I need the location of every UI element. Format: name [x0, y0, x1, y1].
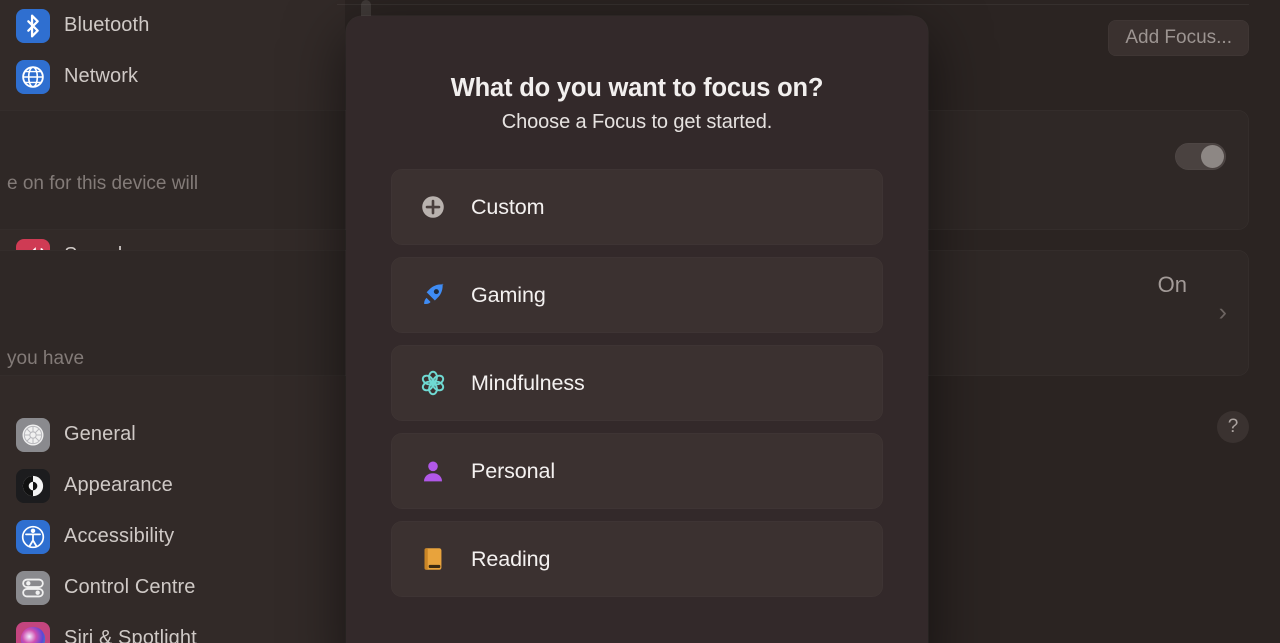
- focus-chooser-sheet: What do you want to focus on? Choose a F…: [346, 16, 928, 643]
- sidebar-item-label: Siri & Spotlight: [64, 627, 197, 643]
- toggle-knob: [1201, 145, 1224, 168]
- sheet-subtitle: Choose a Focus to get started.: [501, 111, 773, 133]
- accessibility-icon: [16, 519, 50, 554]
- focus-option-reading[interactable]: Reading: [391, 521, 883, 597]
- sidebar-separator: [0, 383, 345, 409]
- appearance-icon: [16, 468, 50, 503]
- sidebar-item-control-centre[interactable]: Control Centre: [8, 562, 337, 613]
- sidebar-item-label: Bluetooth: [64, 14, 150, 36]
- bluetooth-icon: [16, 8, 50, 43]
- sidebar-item-label: Control Centre: [64, 576, 196, 598]
- focus-option-list[interactable]: Custom Gaming Mindfulness Personal Reading: [346, 169, 928, 597]
- focus-option-label: Reading: [471, 546, 551, 571]
- focus-option-gaming[interactable]: Gaming: [391, 257, 883, 333]
- siri-icon: [16, 621, 50, 643]
- divider: [337, 4, 1249, 5]
- sidebar-item-label: Network: [64, 65, 139, 87]
- sidebar-item-label: General: [64, 423, 136, 445]
- sidebar-item-siri-spotlight[interactable]: Siri & Spotlight: [8, 613, 337, 643]
- sidebar-item-appearance[interactable]: Appearance: [8, 460, 337, 511]
- sidebar-item-label: Appearance: [64, 474, 173, 496]
- share-across-devices-description: e on for this device will: [7, 173, 199, 194]
- share-across-devices-toggle[interactable]: [1175, 143, 1226, 170]
- screen: BluetoothNetworkVPNNotificationsSoundFoc…: [0, 0, 1280, 643]
- focus-option-custom[interactable]: Custom: [391, 169, 883, 245]
- focus-option-label: Custom: [471, 194, 545, 219]
- question-mark-icon: ?: [1227, 416, 1239, 437]
- control-centre-icon: [16, 570, 50, 605]
- plus-circle-icon: [417, 191, 449, 223]
- rocket-icon: [417, 279, 449, 311]
- book-icon: [417, 543, 449, 575]
- focus-status-value: On: [1157, 272, 1187, 297]
- sidebar-item-general[interactable]: General: [8, 409, 337, 460]
- sidebar-item-label: Accessibility: [64, 525, 175, 547]
- focus-option-label: Gaming: [471, 282, 546, 307]
- person-icon: [417, 455, 449, 487]
- help-button[interactable]: ?: [1217, 411, 1249, 443]
- add-focus-button[interactable]: Add Focus...: [1108, 20, 1249, 56]
- add-focus-label: Add Focus...: [1125, 27, 1232, 48]
- focus-option-label: Mindfulness: [471, 370, 585, 395]
- sheet-title: What do you want to focus on?: [450, 74, 824, 102]
- chevron-right-icon[interactable]: ›: [1219, 300, 1227, 325]
- sidebar-item-bluetooth[interactable]: Bluetooth: [8, 0, 337, 51]
- focus-option-label: Personal: [471, 458, 556, 483]
- focus-option-mindfulness[interactable]: Mindfulness: [391, 345, 883, 421]
- sidebar-item-accessibility[interactable]: Accessibility: [8, 511, 337, 562]
- globe-icon: [16, 59, 50, 94]
- gear-icon: [16, 417, 50, 452]
- focus-status-description: you have: [7, 348, 85, 369]
- focus-option-personal[interactable]: Personal: [391, 433, 883, 509]
- sidebar-item-network[interactable]: Network: [8, 51, 337, 102]
- mandala-icon: [417, 367, 449, 399]
